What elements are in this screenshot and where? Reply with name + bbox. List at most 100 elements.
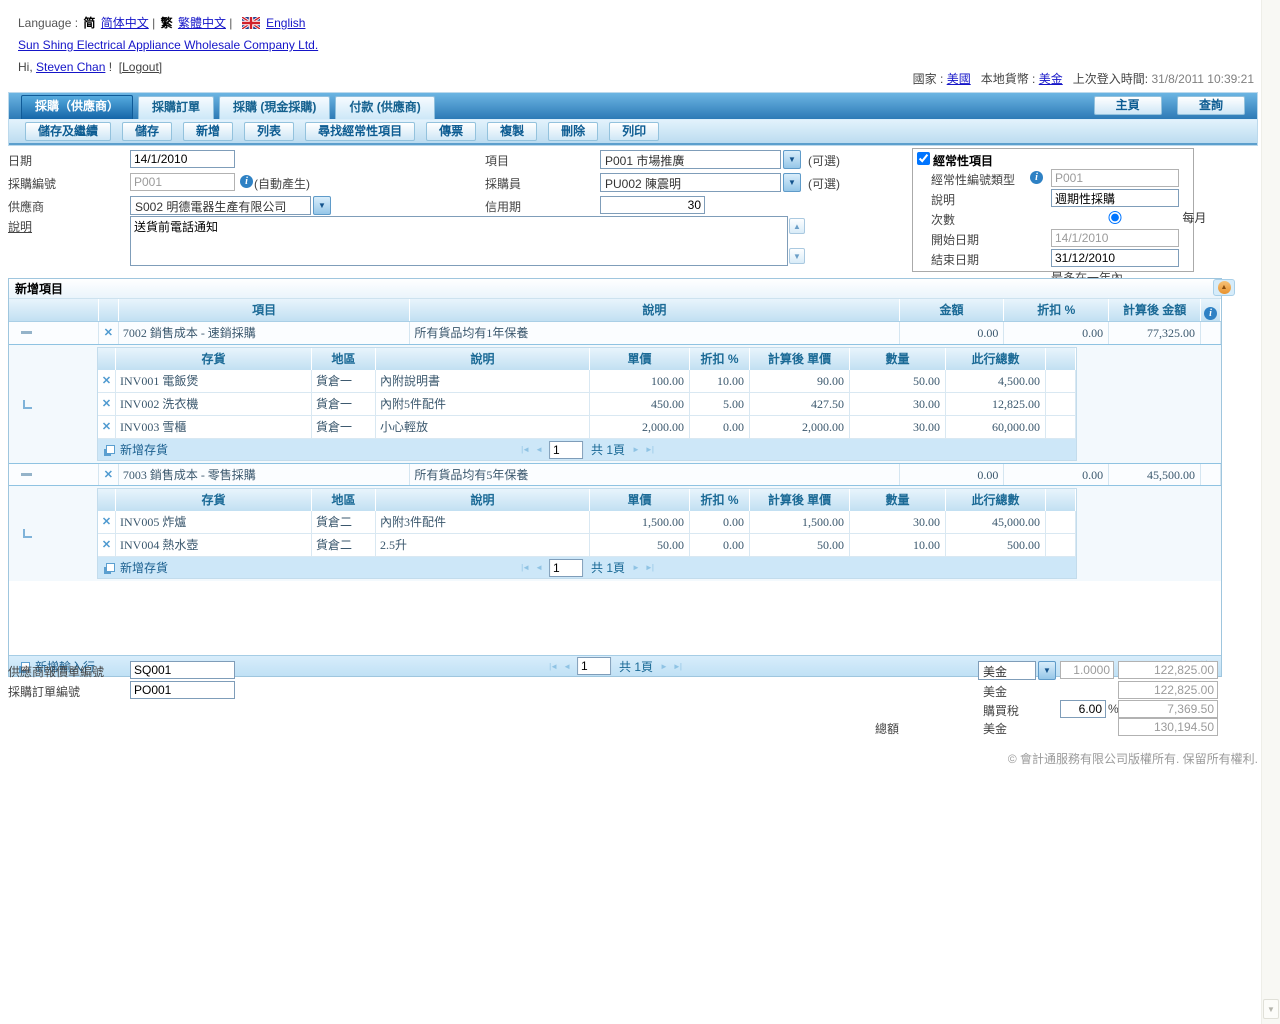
purchase-order-label: 採購訂單編號 <box>8 683 80 700</box>
page-scrollbar[interactable]: ▼ <box>1261 0 1280 1024</box>
purchaser-dropdown-icon[interactable]: ▼ <box>783 173 801 192</box>
inventory-footer-bar: 新增存貨 |◄ ◄ 共 1頁 ► ►| <box>98 557 1076 578</box>
currency-select[interactable]: 美金 ▼ <box>978 661 1056 680</box>
tab-payment-supplier[interactable]: 付款 (供應商) <box>335 96 434 119</box>
delete-inventory-icon[interactable]: ✕ <box>98 534 116 556</box>
find-recurring-button[interactable]: 尋找經常性項目 <box>305 122 415 141</box>
scrollbar-down-icon[interactable]: ▼ <box>1263 999 1279 1019</box>
add-inventory-link[interactable]: 新增存貨 <box>120 441 168 458</box>
tax-rate-input[interactable] <box>1060 700 1106 718</box>
inventory-footer-bar: 新增存貨 |◄ ◄ 共 1頁 ► ►| <box>98 439 1076 460</box>
query-button[interactable]: 查詢 <box>1177 96 1245 115</box>
project-select[interactable]: P001 市場推廣 ▼ <box>600 150 801 169</box>
delete-group-icon[interactable]: ✕ <box>99 464 119 485</box>
page-input[interactable] <box>549 559 583 577</box>
group-row: ✕ 7002 銷售成本 - 速銷採購 所有貨品均有1年保養 0.00 0.00 … <box>9 322 1221 345</box>
page-input[interactable] <box>577 657 611 675</box>
last-page-icon[interactable]: ►| <box>645 445 653 454</box>
country-link[interactable]: 美國 <box>947 72 971 86</box>
first-page-icon[interactable]: |◄ <box>521 563 529 572</box>
lang-traditional-link[interactable]: 繁體中文 <box>178 16 226 30</box>
lang-english-link[interactable]: English <box>266 16 305 30</box>
supplier-label: 供應商 <box>8 198 44 215</box>
freq-monthly-radio[interactable] <box>1051 211 1179 224</box>
logout-link[interactable]: [Logout] <box>119 60 162 74</box>
purchase-tax-label: 購買稅 <box>983 702 1019 719</box>
traditional-glyph: 繁 <box>161 16 173 30</box>
delete-inventory-icon[interactable]: ✕ <box>98 393 116 415</box>
description-link[interactable]: 說明 <box>8 218 32 235</box>
supplier-dropdown-icon[interactable]: ▼ <box>313 196 331 215</box>
greeting: Hi, Steven Chan ! [Logout] <box>18 60 162 74</box>
uk-flag-icon <box>242 17 260 32</box>
scroll-down-icon[interactable]: ▼ <box>789 248 805 264</box>
last-page-icon[interactable]: ►| <box>673 662 681 671</box>
first-page-icon[interactable]: |◄ <box>549 662 557 671</box>
local-currency-label: 本地貨幣 : <box>981 72 1036 86</box>
items-info-icon[interactable]: i <box>1204 307 1217 320</box>
po-info-icon[interactable]: i <box>240 175 253 188</box>
next-page-icon[interactable]: ► <box>660 662 667 671</box>
credit-period-input[interactable] <box>600 196 705 214</box>
supplier-quote-input[interactable] <box>130 661 235 679</box>
voucher-button[interactable]: 傳票 <box>426 122 476 141</box>
description-scrollbar[interactable]: ▲ ▼ <box>789 218 806 264</box>
lang-simplified-link[interactable]: 简体中文 <box>101 16 149 30</box>
print-button[interactable]: 列印 <box>609 122 659 141</box>
col-inv-discount: 折扣 % <box>690 348 750 370</box>
recurring-desc-input[interactable] <box>1051 189 1179 207</box>
col-inv-desc: 說明 <box>376 348 590 370</box>
purchaser-optional-note: (可選) <box>808 175 840 192</box>
prev-page-icon[interactable]: ◄ <box>563 662 570 671</box>
add-inventory-link[interactable]: 新增存貨 <box>120 559 168 576</box>
tab-purchase-order[interactable]: 採購訂單 <box>138 96 214 119</box>
description-textarea[interactable]: 送貨前電話通知 <box>130 216 788 266</box>
items-pager: |◄ ◄ 共 1頁 ► ►| <box>546 657 684 675</box>
delete-button[interactable]: 刪除 <box>548 122 598 141</box>
first-page-icon[interactable]: |◄ <box>521 445 529 454</box>
group-row: ✕ 7003 銷售成本 - 零售採購 所有貨品均有5年保養 0.00 0.00 … <box>9 463 1221 486</box>
page-input[interactable] <box>549 441 583 459</box>
col-area: 地區 <box>312 348 376 370</box>
save-button[interactable]: 儲存 <box>122 122 172 141</box>
add-button[interactable]: 新增 <box>183 122 233 141</box>
home-button[interactable]: 主頁 <box>1094 96 1162 115</box>
group-discount: 0.00 <box>1004 464 1109 485</box>
prev-page-icon[interactable]: ◄ <box>535 563 542 572</box>
tab-purchase-supplier[interactable]: 採購（供應商） <box>21 95 133 119</box>
purchase-order-input[interactable] <box>130 681 235 699</box>
next-page-icon[interactable]: ► <box>632 445 639 454</box>
delete-inventory-icon[interactable]: ✕ <box>98 511 116 533</box>
delete-inventory-icon[interactable]: ✕ <box>98 370 116 392</box>
total-currency-label: 美金 <box>983 720 1007 737</box>
freq-monthly-label: 每月 <box>1182 211 1206 225</box>
local-currency-link[interactable]: 美金 <box>1039 72 1063 86</box>
collapse-group-icon[interactable] <box>21 473 32 476</box>
purchaser-label: 採購員 <box>485 175 521 192</box>
save-and-continue-button[interactable]: 儲存及繼續 <box>25 122 111 141</box>
page-total: 共 1頁 <box>591 441 625 458</box>
list-button[interactable]: 列表 <box>244 122 294 141</box>
user-link[interactable]: Steven Chan <box>36 60 105 74</box>
add-inventory-icon <box>106 445 115 454</box>
recurring-type-info-icon[interactable]: i <box>1030 171 1043 184</box>
prev-page-icon[interactable]: ◄ <box>535 445 542 454</box>
purchaser-select[interactable]: PU002 陳震明 ▼ <box>600 173 801 192</box>
next-page-icon[interactable]: ► <box>632 563 639 572</box>
recurring-checkbox[interactable] <box>917 152 930 165</box>
last-login-value: 31/8/2011 10:39:21 <box>1151 72 1254 86</box>
delete-inventory-icon[interactable]: ✕ <box>98 416 116 438</box>
collapse-section-button[interactable]: ▲ <box>1213 279 1235 296</box>
supplier-select[interactable]: S002 明德電器生產有限公司 ▼ <box>130 196 331 215</box>
copy-button[interactable]: 複製 <box>487 122 537 141</box>
collapse-group-icon[interactable] <box>21 331 32 334</box>
currency-dropdown-icon[interactable]: ▼ <box>1038 661 1056 680</box>
tab-purchase-cash[interactable]: 採購 (現金採購) <box>219 96 330 119</box>
company-link[interactable]: Sun Shing Electrical Appliance Wholesale… <box>18 38 318 52</box>
date-input[interactable] <box>130 150 235 168</box>
delete-group-icon[interactable]: ✕ <box>99 322 119 344</box>
project-dropdown-icon[interactable]: ▼ <box>783 150 801 169</box>
end-date-input[interactable] <box>1051 249 1179 267</box>
scroll-up-icon[interactable]: ▲ <box>789 218 805 234</box>
last-page-icon[interactable]: ►| <box>645 563 653 572</box>
